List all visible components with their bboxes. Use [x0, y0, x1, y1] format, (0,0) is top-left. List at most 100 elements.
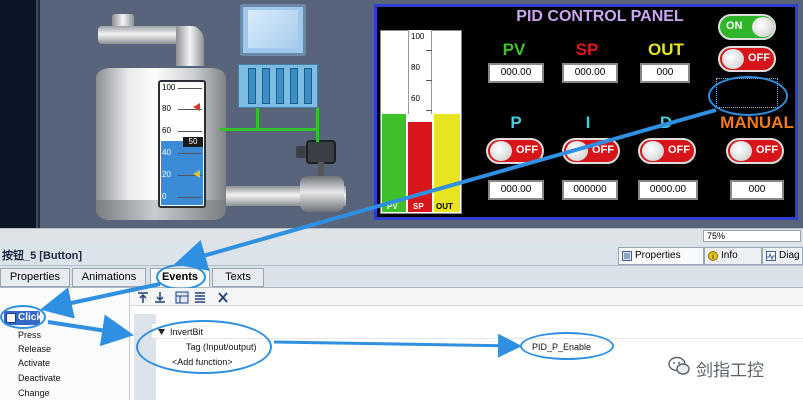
plc-module [290, 68, 298, 104]
delete-icon[interactable] [216, 291, 230, 304]
event-item-deactivate[interactable]: Deactivate [18, 373, 61, 383]
out-input[interactable]: 000 [640, 63, 690, 83]
plc-module [248, 68, 256, 104]
p-gain-input[interactable]: 000.00 [488, 180, 544, 200]
click-event-highlight [0, 305, 46, 329]
i-label: I [585, 113, 591, 132]
plc-module [276, 68, 284, 104]
function-list-toolbar [130, 288, 803, 306]
toggle-on-text: ON [726, 20, 743, 32]
network-line [256, 108, 259, 128]
manual-output-input[interactable]: 000 [730, 180, 784, 200]
pid-panel-title: PID CONTROL PANEL [516, 8, 684, 25]
gauge-tick-label: 0 [162, 192, 167, 201]
manual-toggle[interactable]: OFF [726, 138, 784, 164]
properties-icon [622, 251, 632, 261]
gauge-tick [178, 131, 202, 132]
properties-pane-tab[interactable]: Properties [618, 247, 704, 265]
selection-highlight [708, 76, 788, 116]
high-level-marker [193, 103, 200, 111]
manual-label: MANUAL [720, 113, 794, 132]
network-line [220, 128, 316, 131]
editor-status-bar [0, 228, 803, 244]
diagnostics-pane-label: Diag [779, 250, 800, 261]
inspector-title: 按钮_5 [Button] [2, 250, 83, 262]
sp-label: SP [575, 40, 599, 59]
toggle-knob [752, 17, 774, 37]
zoom-level-select[interactable]: 75% [703, 230, 801, 242]
diagnostics-pane-tab[interactable]: Diag [762, 247, 803, 265]
bar-tick [426, 80, 432, 81]
sp-input[interactable]: 000.00 [562, 63, 618, 83]
d-time-input[interactable]: 0000.00 [638, 180, 698, 200]
plc-module [304, 68, 312, 104]
toggle-knob [566, 141, 588, 161]
sp-bar [408, 122, 432, 212]
event-item-release[interactable]: Release [18, 344, 51, 354]
gauge-tick-label: 40 [162, 148, 171, 157]
bar-scale-label: 60 [411, 94, 420, 103]
bar-tick [426, 110, 432, 111]
move-down-icon[interactable] [153, 291, 167, 304]
gauge-tick-label: 60 [162, 126, 171, 135]
p-enable-toggle[interactable]: OFF [486, 138, 544, 164]
bar-scale-label: 80 [411, 63, 420, 72]
sp-bar-label: SP [413, 202, 424, 211]
gauge-tick-label: 80 [162, 104, 171, 113]
pv-bar-label: PV [387, 202, 398, 211]
pv-bar [382, 114, 406, 212]
toggle-knob [722, 49, 744, 69]
toggle-off-text: OFF [748, 52, 770, 64]
tag-highlight [520, 332, 614, 360]
gauge-tick [178, 197, 202, 198]
wechat-logo-icon [668, 356, 690, 375]
low-level-marker [193, 170, 200, 178]
gauge-tick-label: 100 [162, 83, 176, 92]
i-time-input[interactable]: 000000 [562, 180, 618, 200]
p-label: P [510, 113, 522, 132]
tab-texts[interactable]: Texts [212, 268, 264, 287]
out-bar-label: OUT [436, 202, 453, 211]
d-label: D [659, 113, 673, 132]
event-item-activate[interactable]: Activate [18, 358, 50, 368]
bar-scale-label: 100 [411, 32, 425, 41]
control-valve[interactable] [300, 176, 344, 212]
diagnostics-icon [766, 251, 776, 261]
toggle-off-text: OFF [592, 144, 614, 156]
move-up-icon[interactable] [136, 291, 150, 304]
events-tab-highlight [156, 264, 206, 290]
bar-tick [426, 50, 432, 51]
network-line [316, 108, 319, 142]
plc-module [262, 68, 270, 104]
pipe-elbow [176, 26, 204, 66]
monitor-screen [248, 10, 298, 48]
gauge-tick-label: 20 [162, 170, 171, 179]
info-pane-label: Info [721, 250, 738, 261]
toggle-off-text: OFF [516, 144, 538, 156]
out-label: OUT [648, 40, 684, 59]
hmi-left-strip [0, 0, 38, 228]
function-list-icon[interactable] [193, 291, 207, 304]
valve-actuator [306, 140, 336, 164]
insert-function-icon[interactable] [175, 291, 189, 304]
event-item-change[interactable]: Change [18, 388, 50, 398]
pv-display: 000.00 [488, 63, 544, 83]
d-enable-toggle[interactable]: OFF [638, 138, 696, 164]
watermark-text: 剑指工控 [696, 361, 764, 381]
tab-properties[interactable]: Properties [0, 268, 70, 287]
gauge-tick [178, 88, 202, 89]
info-icon: i [708, 251, 718, 261]
off-toggle-button[interactable]: OFF [718, 46, 776, 72]
function-highlight [136, 320, 272, 374]
info-pane-tab[interactable]: i Info [704, 247, 762, 265]
i-enable-toggle[interactable]: OFF [562, 138, 620, 164]
event-item-press[interactable]: Press [18, 330, 41, 340]
on-toggle-button[interactable]: ON [718, 14, 776, 40]
properties-pane-label: Properties [635, 250, 681, 261]
toggle-knob [730, 141, 752, 161]
toggle-knob [642, 141, 664, 161]
gauge-tick [178, 153, 202, 154]
pv-label: PV [502, 40, 526, 59]
out-bar [434, 114, 460, 212]
tab-animations[interactable]: Animations [72, 268, 146, 287]
